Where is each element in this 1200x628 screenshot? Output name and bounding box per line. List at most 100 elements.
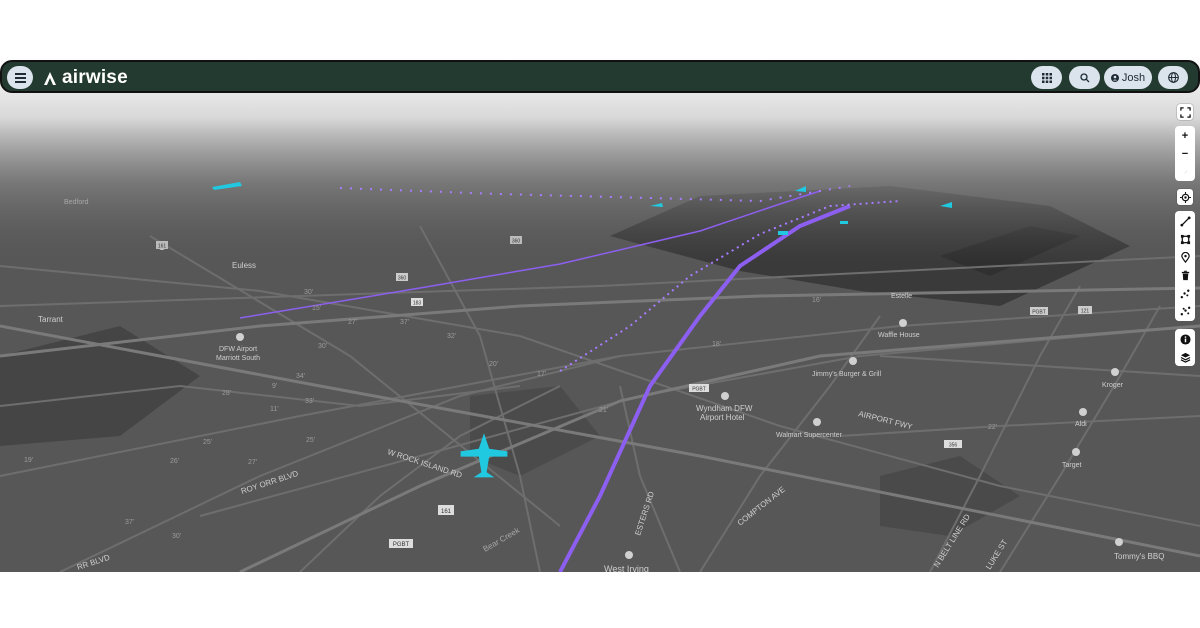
svg-text:161: 161	[158, 244, 167, 250]
shopping-icon-2[interactable]	[1079, 408, 1087, 416]
locate-button[interactable]	[1177, 189, 1193, 205]
svg-text:360: 360	[512, 239, 521, 245]
svg-text:9': 9'	[272, 383, 277, 390]
svg-text:15': 15'	[312, 305, 321, 312]
brand[interactable]: airwise	[42, 65, 128, 91]
hotel-icon-2[interactable]	[721, 392, 729, 400]
svg-text:17': 17'	[537, 371, 546, 378]
draw-polygon-icon	[1180, 234, 1190, 244]
shield-pgbt-3: PGBT	[1030, 307, 1048, 316]
label-west-irving: West Irving	[604, 564, 649, 572]
svg-text:121: 121	[1081, 309, 1090, 315]
svg-text:28': 28'	[222, 390, 231, 397]
user-icon	[1110, 73, 1119, 82]
top-bar: airwise Josh	[0, 60, 1200, 93]
shield-161: 161	[438, 505, 454, 515]
restaurant-icon-2[interactable]	[849, 357, 857, 365]
globe-icon	[1167, 72, 1179, 83]
trash-button[interactable]	[1177, 267, 1193, 283]
shield-121: 121	[1078, 306, 1092, 315]
airwise-logo-icon	[44, 72, 56, 85]
shopping-icon-4[interactable]	[813, 418, 821, 426]
svg-text:34': 34'	[296, 373, 305, 380]
trash-icon	[1181, 270, 1189, 280]
label-dfw-marriott-2: Marriott South	[216, 355, 260, 362]
restaurant-icon[interactable]	[899, 319, 907, 327]
grid-icon	[1041, 72, 1052, 83]
label-walmart: Walmart Supercenter	[776, 432, 843, 439]
info-tools	[1175, 329, 1195, 366]
info-icon	[1179, 333, 1191, 345]
svg-text:PGBT: PGBT	[1032, 310, 1046, 316]
menu-button[interactable]	[7, 66, 33, 89]
svg-text:22': 22'	[988, 424, 997, 431]
compass-button[interactable]	[1177, 164, 1193, 180]
zoom-out-button[interactable]: −	[1177, 146, 1193, 162]
compass-icon	[1182, 169, 1188, 175]
shield-183: 183	[411, 298, 423, 307]
draw-tools	[1175, 211, 1195, 321]
svg-text:183: 183	[413, 301, 422, 307]
marker-button[interactable]	[1177, 249, 1193, 265]
scatter-alt-button[interactable]	[1177, 303, 1193, 319]
shopping-icon[interactable]	[1111, 368, 1119, 376]
svg-text:27': 27'	[348, 319, 357, 326]
shield-360: 360	[396, 273, 408, 282]
svg-text:360: 360	[398, 276, 407, 282]
locate-icon	[1179, 191, 1191, 203]
svg-text:20': 20'	[489, 361, 498, 368]
label-wyndham-1: Wyndham DFW	[696, 404, 753, 413]
map-canvas[interactable]: Bedford Euless Tarrant DFW Airport Marri…	[0, 56, 1200, 572]
shield-pgbt-2: PGBT	[689, 384, 709, 393]
svg-text:356: 356	[949, 443, 958, 449]
scatter-alt-icon	[1180, 306, 1190, 315]
globe-button[interactable]	[1158, 66, 1188, 89]
shield-pgbt: PGBT	[389, 539, 413, 548]
search-icon	[1079, 72, 1089, 82]
svg-text:11': 11'	[270, 406, 279, 413]
draw-line-button[interactable]	[1177, 213, 1193, 229]
aircraft-icon-small-6[interactable]	[840, 221, 848, 224]
svg-text:25': 25'	[203, 439, 212, 446]
user-button[interactable]: Josh	[1104, 66, 1152, 89]
brand-name: airwise	[62, 67, 128, 88]
shopping-icon-3[interactable]	[1072, 448, 1080, 456]
svg-text:16': 16'	[812, 297, 821, 304]
svg-text:32': 32'	[447, 333, 456, 340]
search-button[interactable]	[1069, 66, 1100, 89]
draw-polygon-button[interactable]	[1177, 231, 1193, 247]
svg-text:33': 33'	[305, 398, 314, 405]
svg-text:27': 27'	[248, 459, 257, 466]
map-app: Bedford Euless Tarrant DFW Airport Marri…	[0, 56, 1200, 572]
hamburger-icon	[14, 72, 26, 83]
label-kroger: Kroger	[1102, 382, 1124, 389]
bus-icon[interactable]	[625, 551, 633, 559]
shield-161-2: 161	[156, 241, 168, 250]
scatter-icon	[1180, 289, 1189, 298]
hotel-icon[interactable]	[236, 333, 244, 341]
restaurant-icon-3[interactable]	[1115, 538, 1123, 546]
label-target: Target	[1062, 462, 1082, 469]
marker-icon	[1180, 251, 1190, 263]
aircraft-icon-small-5[interactable]	[778, 231, 788, 235]
info-button[interactable]	[1177, 331, 1193, 347]
label-jimmys: Jimmy's Burger & Grill	[812, 371, 881, 378]
svg-text:30': 30'	[318, 343, 327, 350]
fullscreen-button[interactable]	[1177, 104, 1193, 120]
svg-text:PGBT: PGBT	[692, 387, 706, 393]
label-bedford: Bedford	[64, 199, 89, 206]
scatter-button[interactable]	[1177, 285, 1193, 301]
zoom-in-button[interactable]: +	[1177, 128, 1193, 144]
apps-button[interactable]	[1031, 66, 1062, 89]
label-tarrant: Tarrant	[38, 315, 64, 324]
layers-button[interactable]	[1177, 349, 1193, 365]
svg-text:30': 30'	[172, 533, 181, 540]
fullscreen-icon	[1179, 106, 1191, 118]
svg-text:37': 37'	[400, 319, 409, 326]
draw-line-icon	[1179, 215, 1191, 227]
zoom-in-icon: +	[1181, 130, 1189, 142]
label-dfw-marriott-1: DFW Airport	[219, 346, 257, 353]
svg-text:26': 26'	[170, 458, 179, 465]
svg-text:21': 21'	[599, 407, 608, 414]
label-wyndham-2: Airport Hotel	[700, 413, 745, 422]
